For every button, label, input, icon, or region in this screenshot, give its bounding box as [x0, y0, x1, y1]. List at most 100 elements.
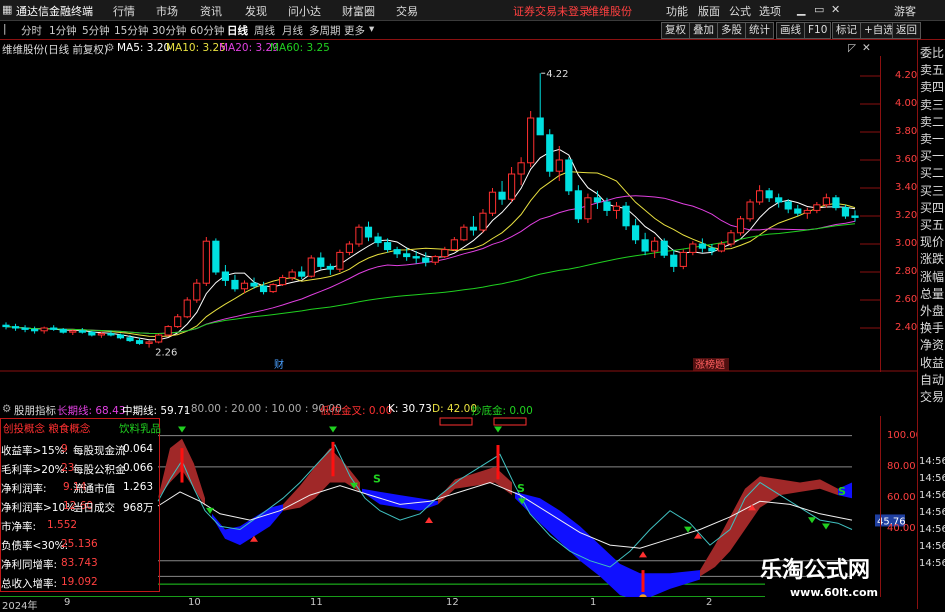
right-panel-label: 卖四: [920, 80, 945, 95]
indicator-gear-icon[interactable]: ⚙: [2, 403, 11, 415]
btn-f10[interactable]: F10: [804, 22, 832, 39]
btn-diejia[interactable]: 叠加: [689, 22, 718, 39]
candle: [2, 322, 10, 330]
menu-wenxiaoda[interactable]: 问小达: [288, 3, 321, 19]
right-panel-label: 收益: [920, 355, 945, 370]
candle-body: [135, 340, 144, 344]
candle: [698, 238, 706, 253]
candle-body: [736, 218, 745, 234]
right-panel-label: 总量: [920, 286, 945, 301]
date-jan: 1: [590, 597, 597, 608]
menu-jiaoyi[interactable]: 交易: [396, 3, 418, 19]
btn-duogu[interactable]: 多股: [717, 22, 746, 39]
price-axis-label: 3.60: [895, 154, 918, 165]
candle-body: [717, 243, 726, 252]
long-band: [283, 448, 360, 511]
btn-back[interactable]: 返回: [892, 22, 921, 39]
tab-30min[interactable]: 30分钟: [152, 23, 186, 38]
stock-title: 维维股份(日线 前复权): [2, 44, 109, 56]
tab-1min[interactable]: 1分钟: [49, 23, 77, 38]
zhang-marker: 涨榜题: [695, 358, 725, 371]
signal-spike: [496, 445, 500, 480]
tab-daily[interactable]: 日线: [227, 23, 248, 38]
restore-icon[interactable]: ▭: [814, 3, 824, 16]
more-chevron-icon[interactable]: ▾: [369, 23, 374, 35]
btn-tongji[interactable]: 统计: [745, 22, 774, 39]
candlestick-chart[interactable]: 4.22 2.26 财 涨榜题: [0, 56, 917, 372]
watermark-title: 乐淘公式网: [760, 558, 871, 583]
candle: [31, 326, 39, 334]
menu-gongneng[interactable]: 功能: [666, 3, 688, 19]
tab-15min[interactable]: 15分钟: [114, 23, 148, 38]
candle-body: [555, 159, 563, 172]
s-signal-icon: S: [517, 482, 525, 495]
date-sep: 9: [64, 597, 71, 608]
menu-shichang[interactable]: 市场: [156, 3, 178, 19]
settings-gear-icon[interactable]: ⚙: [105, 42, 114, 54]
menu-xuanxiang[interactable]: 选项: [759, 3, 781, 19]
candle: [460, 224, 468, 242]
menu-faxian[interactable]: 发现: [245, 3, 267, 19]
candle-body: [708, 247, 716, 252]
guest-label[interactable]: 游客: [894, 3, 916, 19]
candle-body: [584, 197, 592, 220]
candle-body: [59, 328, 67, 333]
industry-label: 饮料乳品: [119, 423, 161, 435]
candle: [393, 246, 401, 258]
candle-body: [240, 282, 249, 290]
candle: [279, 274, 287, 286]
tab-fenshi[interactable]: 分时: [21, 23, 42, 38]
candle: [298, 266, 306, 279]
ma10-label: MA10: 3.25: [166, 42, 226, 54]
candle-body: [698, 243, 706, 249]
btn-huaxian[interactable]: 画线: [776, 22, 805, 39]
cai-marker: 财: [274, 358, 284, 371]
tab-monthly[interactable]: 月线: [282, 23, 303, 38]
indicator-axis-label: 40.00: [887, 523, 916, 535]
candle-body: [374, 236, 382, 244]
table-row-value2: 1.263: [123, 481, 154, 493]
candle-body: [574, 190, 582, 220]
app-title: 通达信金融终端: [16, 5, 93, 18]
minimize-icon[interactable]: ▁: [797, 3, 805, 16]
right-panel-label: 卖二: [920, 114, 945, 129]
small-down-arrow-icon: [808, 517, 816, 524]
menu-hangqing[interactable]: 行情: [113, 3, 135, 19]
s-signal-icon: S: [838, 485, 846, 498]
candle-body: [193, 282, 201, 301]
pane-close-icon[interactable]: ✕: [862, 42, 871, 54]
tab-weekly[interactable]: 周线: [254, 23, 275, 38]
btn-biaoji[interactable]: 标记: [832, 22, 861, 39]
tab-multi[interactable]: 多周期: [309, 23, 341, 38]
tab-60min[interactable]: 60分钟: [190, 23, 224, 38]
candle-body: [641, 239, 649, 252]
price-axis-label: 2.60: [895, 294, 918, 305]
menu-banmian[interactable]: 版面: [698, 3, 720, 19]
close-icon[interactable]: ✕: [831, 3, 840, 16]
candle-body: [21, 327, 29, 330]
candle-body: [145, 341, 153, 344]
right-panel-label: 涨跌: [920, 252, 945, 267]
signal-spike: [331, 441, 335, 477]
right-panel-time: 14:56: [919, 507, 945, 518]
candle: [450, 237, 458, 251]
tab-more[interactable]: 更多: [344, 23, 365, 38]
menu-caifuquan[interactable]: 财富圈: [342, 3, 375, 19]
candle: [641, 232, 649, 256]
menu-gongshi[interactable]: 公式: [729, 3, 751, 19]
pane-expand-icon[interactable]: ◸: [848, 42, 856, 54]
candle: [336, 249, 344, 272]
sell-arrow-icon: [639, 551, 647, 558]
login-notice[interactable]: 证券交易未登录: [513, 3, 590, 19]
menu-zixun[interactable]: 资讯: [200, 3, 222, 19]
tab-5min[interactable]: 5分钟: [82, 23, 110, 38]
candle-body: [107, 333, 115, 336]
long-band: [438, 466, 512, 505]
candle-body: [765, 190, 773, 199]
right-panel-label: 净资: [920, 338, 945, 353]
tf-menu-icon[interactable]: |: [3, 23, 7, 35]
high-label: 4.22: [546, 69, 568, 80]
btn-fuquan[interactable]: 复权: [661, 22, 690, 39]
price-axis-label: 4.00: [895, 98, 918, 109]
candle-body: [383, 242, 392, 251]
